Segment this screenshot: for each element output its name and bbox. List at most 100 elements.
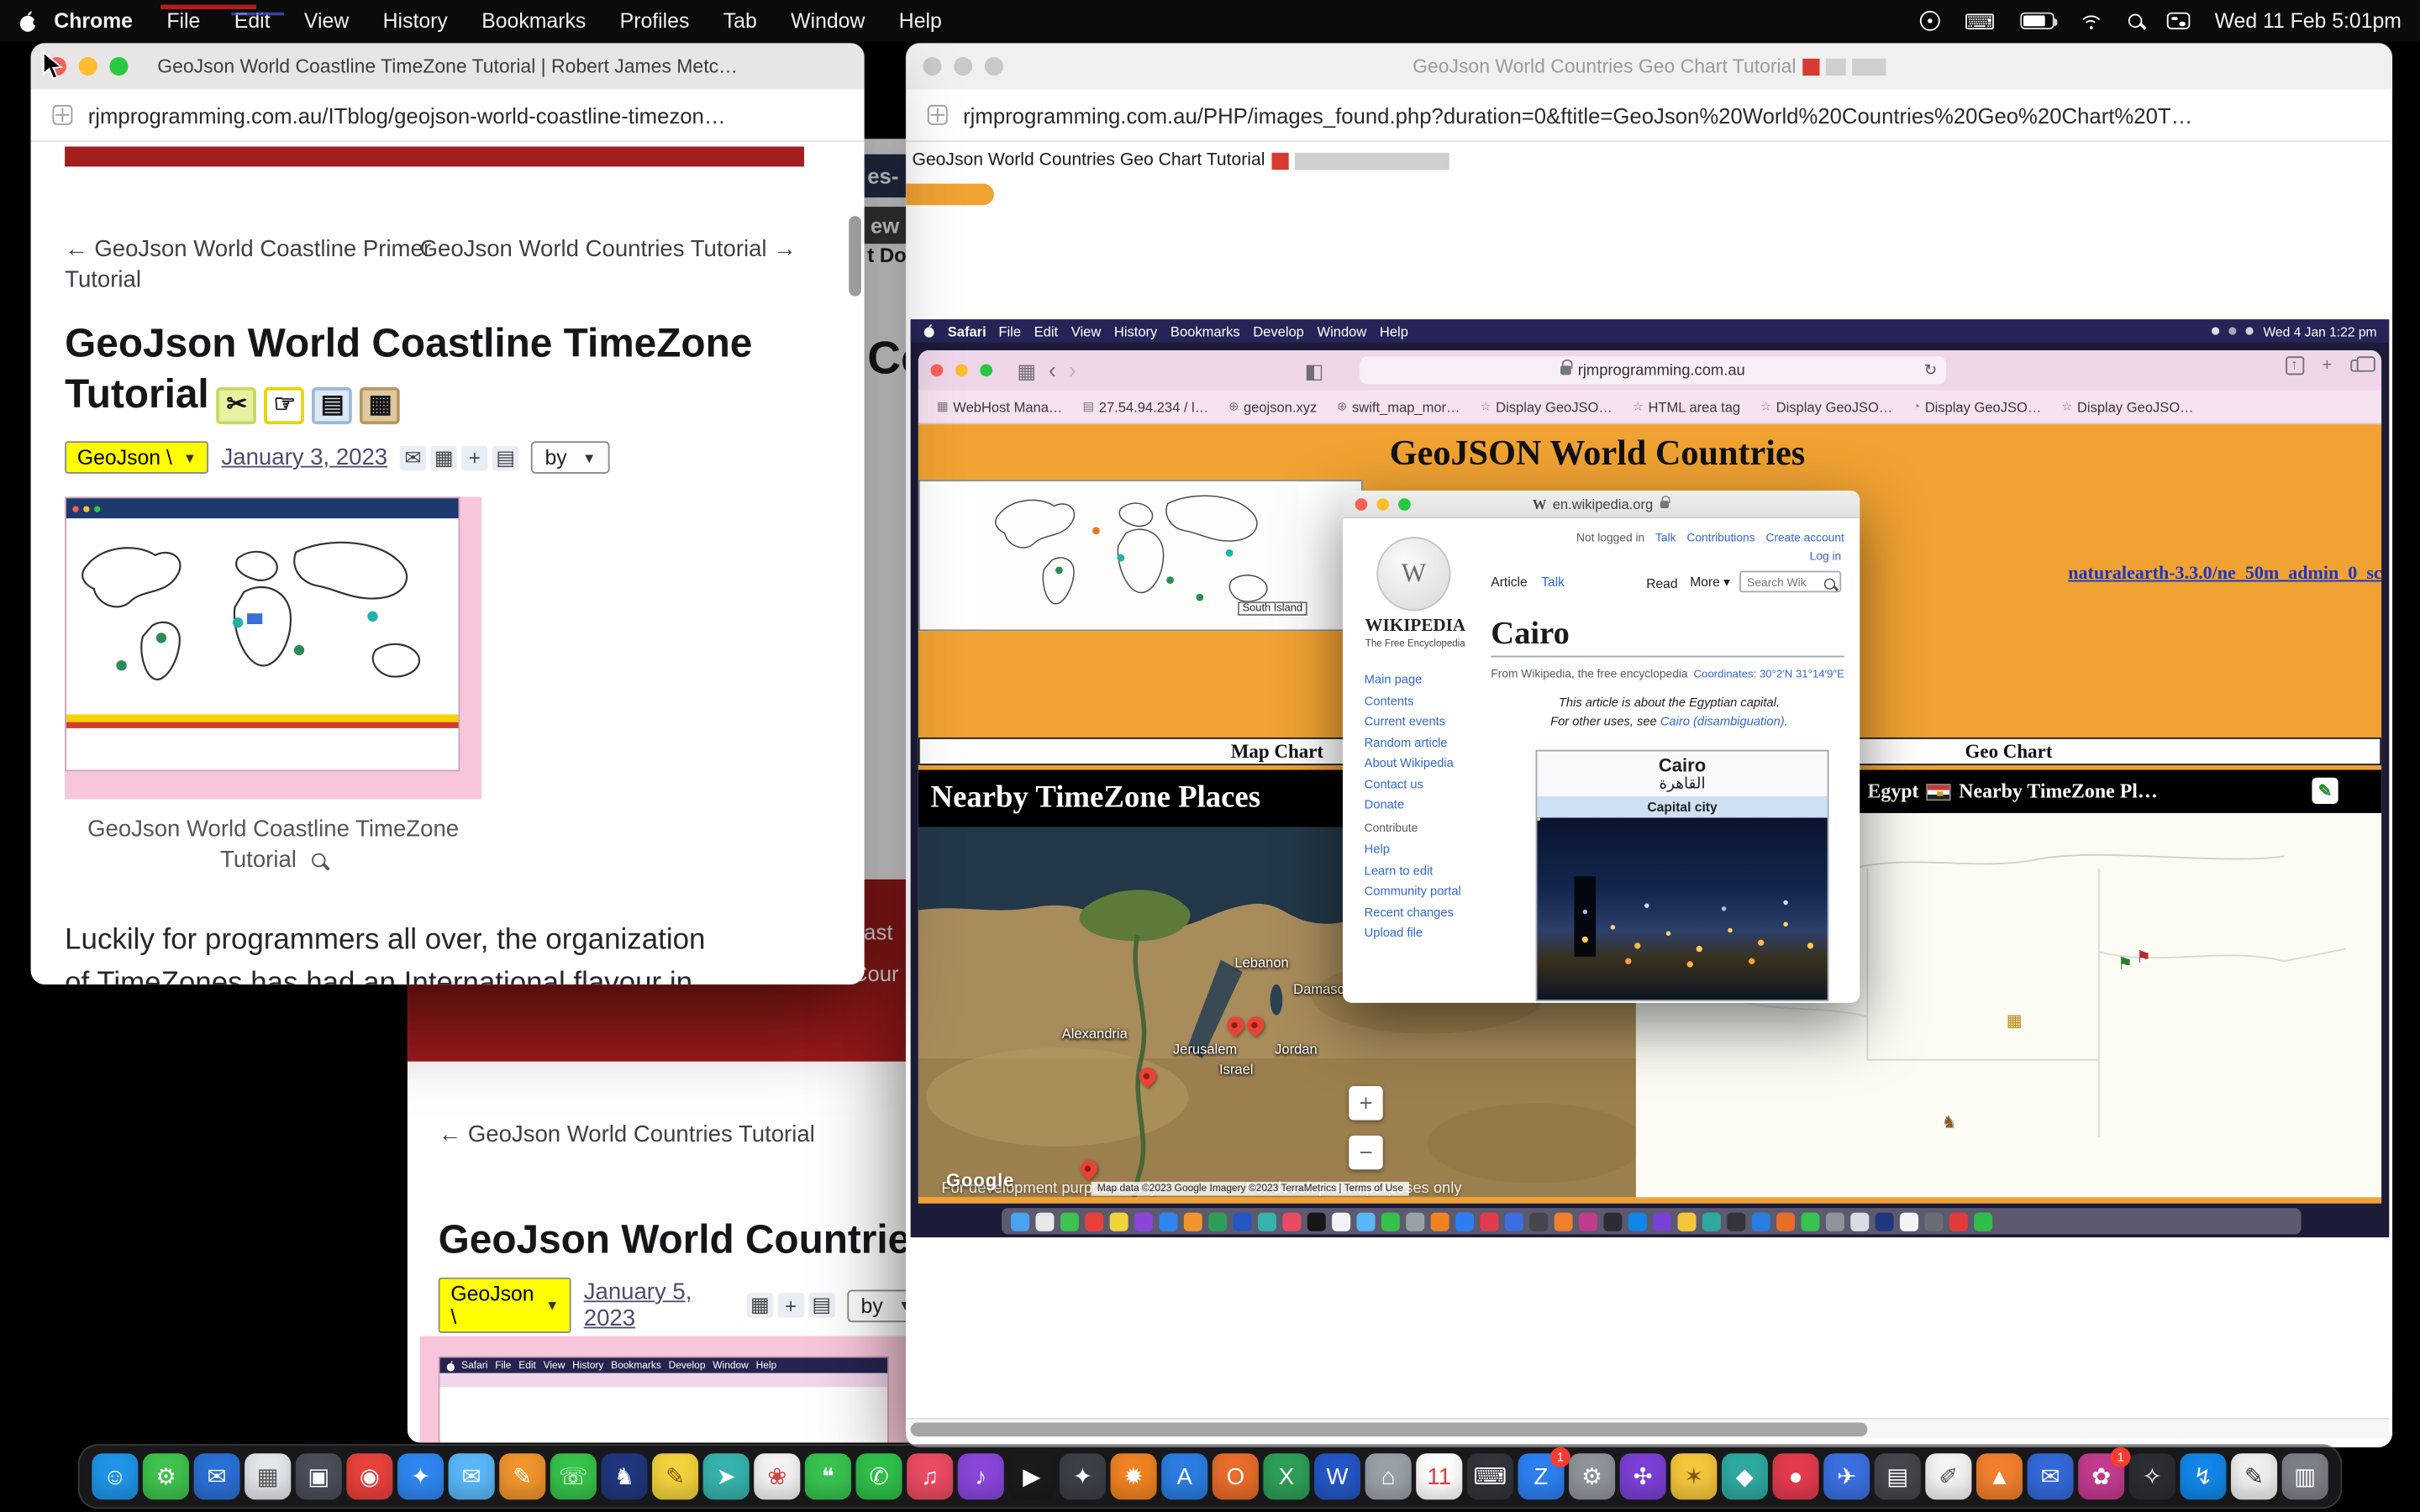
dock-app-icon[interactable]: ▤	[1875, 1453, 1921, 1499]
wiki-sidebar-link[interactable]: Donate	[1365, 798, 1454, 812]
coordinates-link[interactable]: Coordinates: 30°2′N 31°14′9″E	[1693, 666, 1844, 680]
dock-app-icon[interactable]: ✐	[1925, 1453, 1971, 1499]
zoom-button[interactable]	[985, 57, 1003, 76]
spotlight-icon[interactable]	[2128, 14, 2143, 29]
prev-post-link[interactable]: ← GeoJson World Coastline Primer Tutoria…	[65, 234, 432, 297]
meta-icon[interactable]: ▤	[808, 1293, 834, 1317]
tab-groups-icon[interactable]	[52, 105, 72, 125]
dock-app-icon[interactable]: ✈	[1823, 1453, 1870, 1499]
dock-app-icon[interactable]: ♫	[907, 1453, 953, 1499]
wiki-sidebar-link[interactable]: Help	[1365, 843, 1461, 857]
apple-logo-icon[interactable]	[18, 10, 37, 32]
dock-app-icon[interactable]: ✉	[194, 1453, 240, 1499]
wiki-sidebar-link[interactable]: Upload file	[1365, 926, 1461, 940]
meta-icon[interactable]: ▦	[431, 445, 457, 470]
dock-app-icon[interactable]: W	[1314, 1453, 1360, 1499]
title-badge-icon[interactable]: ▦	[360, 386, 401, 423]
tab-read[interactable]: Read	[1646, 575, 1677, 590]
window-titlebar[interactable]: × GeoJson World Coastline TimeZone Tutor…	[31, 43, 865, 89]
minimize-button[interactable]	[954, 57, 972, 76]
wiki-user-link[interactable]: Create account	[1765, 531, 1844, 545]
dock-app-icon[interactable]: ✎	[499, 1453, 545, 1499]
search-icon[interactable]	[1824, 579, 1835, 590]
browser-window-coastline[interactable]: × GeoJson World Coastline TimeZone Tutor…	[31, 43, 865, 984]
popup-titlebar[interactable]: W en.wikipedia.org	[1343, 491, 1860, 518]
magnifier-icon[interactable]	[313, 853, 327, 868]
edit-note-icon[interactable]: ✎	[2312, 778, 2338, 804]
cairo-night-photo[interactable]	[1537, 817, 1827, 1000]
dock-app-icon[interactable]: X	[1263, 1453, 1309, 1499]
dock-app-icon[interactable]: ➤	[703, 1453, 750, 1499]
dock-app-icon[interactable]: ✿ 1	[2078, 1453, 2124, 1499]
dock-app-icon[interactable]: ◉	[346, 1453, 392, 1499]
wiki-user-link[interactable]: Contributions	[1686, 531, 1754, 545]
dock-app-icon[interactable]: O	[1213, 1453, 1259, 1499]
active-app-name[interactable]: Chrome	[37, 9, 150, 33]
dock-app-icon[interactable]: ✆	[855, 1453, 902, 1499]
minimize-button[interactable]	[1376, 497, 1389, 510]
tab-article[interactable]: Article	[1491, 574, 1527, 589]
zoom-button[interactable]	[1398, 497, 1411, 510]
post-figure[interactable]: Safari File Edit View History Bookmarks …	[420, 1336, 926, 1443]
scrollbar-thumb[interactable]	[849, 216, 861, 297]
dock-app-icon[interactable]: A	[1161, 1453, 1207, 1499]
dock-app-icon[interactable]: ✉	[2028, 1453, 2074, 1499]
dock-app-icon[interactable]: ♪	[958, 1453, 1004, 1499]
dock-app-icon[interactable]: ▲	[1976, 1453, 2023, 1499]
title-badge-icon[interactable]: ▤	[313, 386, 353, 423]
dock-app-icon[interactable]: ▦	[245, 1453, 291, 1499]
dock-app-icon[interactable]: ▥	[2282, 1453, 2328, 1499]
dock-app-icon[interactable]: ♞	[601, 1453, 647, 1499]
menu-item[interactable]: File	[150, 9, 217, 33]
menu-item[interactable]: Help	[882, 9, 959, 33]
wiki-sidebar-link[interactable]: Contact us	[1365, 777, 1454, 791]
dock-app-icon[interactable]: ✦	[1060, 1453, 1106, 1499]
meta-icon[interactable]: ✉	[400, 445, 426, 470]
menu-item[interactable]: Profiles	[602, 9, 706, 33]
close-button[interactable]	[1355, 497, 1368, 510]
dock-app-icon[interactable]: ✉	[449, 1453, 495, 1499]
category-dropdown[interactable]: GeoJson \▼	[439, 1278, 571, 1333]
post-thumbnail[interactable]	[65, 496, 460, 771]
login-link[interactable]: Log in	[1810, 549, 1842, 564]
dock-app-icon[interactable]: ✎	[652, 1453, 698, 1499]
title-badge-icon[interactable]: ✂	[217, 386, 257, 423]
horizontal-scrollbar[interactable]	[906, 1418, 2389, 1438]
category-dropdown[interactable]: GeoJson \▼	[65, 441, 209, 474]
keyboard-icon[interactable]: ⌨	[1965, 10, 1996, 32]
address-bar[interactable]: rjmprogramming.com.au/ITblog/geojson-wor…	[31, 90, 865, 142]
title-badge-icon[interactable]: ☞	[265, 386, 305, 423]
dock-app-icon[interactable]: 11	[1416, 1453, 1462, 1499]
wiki-sidebar-link[interactable]: Contents	[1365, 694, 1454, 708]
disambiguation-link[interactable]: Cairo (disambiguation).	[1660, 714, 1788, 728]
browser-window-geo-chart[interactable]: GeoJson World Countries Geo Chart Tutori…	[906, 43, 2392, 1446]
menu-item[interactable]: Window	[774, 9, 882, 33]
meta-icon[interactable]: ▦	[747, 1293, 773, 1317]
zoom-in-button[interactable]: +	[1349, 1086, 1382, 1120]
wiki-sidebar-link[interactable]: Random article	[1365, 735, 1454, 749]
wiki-sidebar-link[interactable]: Current events	[1365, 714, 1454, 728]
post-figure[interactable]	[65, 496, 481, 799]
tab-talk[interactable]: Talk	[1541, 574, 1565, 589]
dock-app-icon[interactable]: ●	[1772, 1453, 1818, 1499]
dock-app-icon[interactable]: ⚙	[1569, 1453, 1615, 1499]
minimize-button[interactable]	[79, 57, 97, 76]
dock-app-icon[interactable]: ✦	[397, 1453, 444, 1499]
page-options-icon[interactable]	[928, 105, 948, 125]
control-center-icon[interactable]	[2167, 13, 2191, 29]
dock-app-icon[interactable]: ❀	[754, 1453, 800, 1499]
dock-app-icon[interactable]: ✹	[1111, 1453, 1157, 1499]
dock-app-icon[interactable]: ↯	[2180, 1453, 2226, 1499]
dock-app-icon[interactable]: ⚙	[143, 1453, 189, 1499]
post-date-link[interactable]: January 5, 2023	[584, 1279, 734, 1331]
menu-item[interactable]: View	[287, 9, 366, 33]
wiki-sidebar-link[interactable]: Community portal	[1365, 884, 1461, 898]
embedded-screenshot[interactable]: Safari File Edit View History Bookmarks …	[911, 319, 2390, 1237]
dock-app-icon[interactable]: ✧	[2129, 1453, 2175, 1499]
menu-item[interactable]: Bookmarks	[465, 9, 602, 33]
prev-post-link[interactable]: ← GeoJson World Countries Tutorial	[439, 1120, 815, 1151]
menu-item[interactable]: Tab	[707, 9, 774, 33]
wikipedia-globe-logo[interactable]: W	[1376, 537, 1450, 611]
wikipedia-wordmark[interactable]: WIKIPEDIA	[1343, 617, 1488, 636]
close-button[interactable]	[923, 57, 941, 76]
